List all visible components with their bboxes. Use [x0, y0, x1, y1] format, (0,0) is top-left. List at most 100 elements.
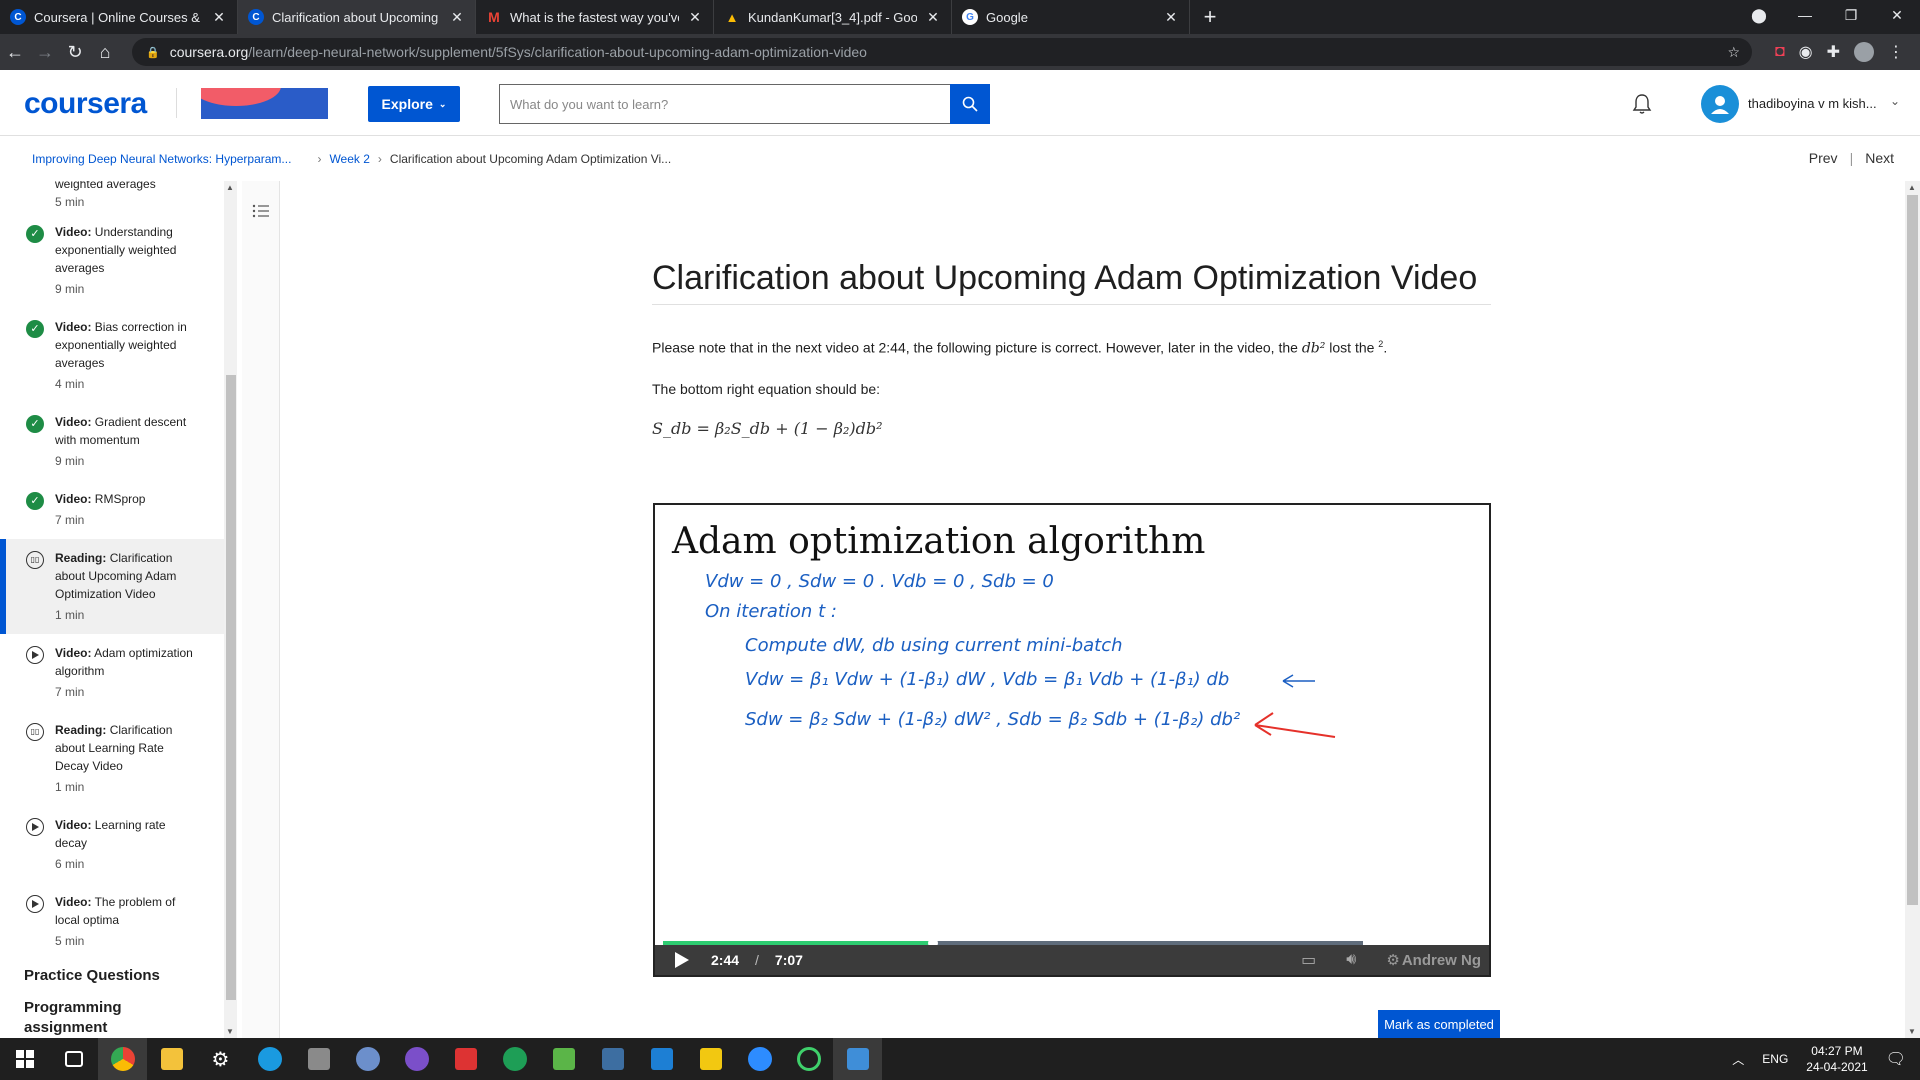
sidebar-item-kind: Video: — [55, 895, 92, 909]
tray-chevron-icon[interactable]: ︿ — [1732, 1051, 1744, 1068]
close-tab-icon[interactable]: ✕ — [449, 9, 465, 26]
zoom-icon[interactable] — [735, 1038, 784, 1080]
sidebar-item[interactable]: ✓ Video: Gradient descent with momentum 9 … — [0, 403, 224, 480]
sidebar-sections: Practice Questions Programming assignment… — [0, 960, 224, 1038]
refresh-app-icon[interactable] — [784, 1038, 833, 1080]
settings-gear-icon[interactable]: ⚙ — [196, 1038, 245, 1080]
pocket-extension-icon[interactable]: ◘ — [1775, 43, 1785, 61]
chrome-taskbar-icon[interactable] — [98, 1038, 147, 1080]
sidebar-item-title: Video: Adam optimization algorithm — [55, 644, 198, 680]
home-icon[interactable]: ⌂ — [90, 42, 120, 63]
tab-title: Clarification about Upcoming Ad — [272, 9, 441, 25]
browser-tab[interactable]: M What is the fastest way you've se ✕ — [476, 0, 714, 34]
system-tray: ︿ ENG 04:27 PM 24-04-2021 🗨︎ — [1732, 1043, 1920, 1075]
new-tab-button[interactable]: + — [1190, 0, 1230, 34]
clock[interactable]: 04:27 PM 24-04-2021 — [1806, 1043, 1867, 1075]
profile-menu-icon[interactable]: ⬤ — [1736, 0, 1782, 34]
close-tab-icon[interactable]: ✕ — [211, 9, 227, 26]
snipping-icon[interactable] — [588, 1038, 637, 1080]
sticky-icon[interactable] — [637, 1038, 686, 1080]
play-icon[interactable] — [675, 952, 689, 968]
browser-tab[interactable]: ▲ KundanKumar[3_4].pdf - Google ✕ — [714, 0, 952, 34]
edge-icon[interactable] — [245, 1038, 294, 1080]
veeam-icon[interactable] — [539, 1038, 588, 1080]
hangouts-icon[interactable] — [490, 1038, 539, 1080]
browser-tab[interactable]: C Coursera | Online Courses & Cre ✕ — [0, 0, 238, 34]
extension-icon[interactable]: ◉ — [1799, 42, 1813, 62]
hand-line-4: Vdw = β₁ Vdw + (1-β₁) dW , Vdb = β₁ Vdb … — [745, 669, 1229, 690]
sidebar-item-kind: Reading: — [55, 723, 107, 737]
app-icon[interactable] — [294, 1038, 343, 1080]
mark-as-completed-button[interactable]: Mark as completed — [1378, 1010, 1500, 1038]
sidebar-scrollbar-thumb[interactable] — [226, 375, 236, 1000]
notifications-icon[interactable]: 🗨︎ — [1886, 1049, 1906, 1069]
bookmark-star-icon[interactable]: ☆ — [1727, 44, 1740, 61]
user-menu-chevron-icon[interactable]: ⌄ — [1890, 94, 1900, 108]
sidebar-item[interactable]: ✓ Video: Bias correction in exponentially… — [0, 308, 224, 403]
sidebar-item[interactable]: ▯▯ Reading: Clarification about Learning … — [0, 711, 224, 806]
user-icon — [1711, 96, 1729, 114]
search-input[interactable] — [499, 84, 950, 124]
powerbi-icon[interactable] — [686, 1038, 735, 1080]
sidebar-item[interactable]: Video: The problem of local optima 5 min — [0, 883, 224, 960]
breadcrumb-week[interactable]: Week 2 — [329, 152, 369, 166]
browser-menu-icon[interactable]: ⋮ — [1888, 42, 1904, 62]
windows-start-icon[interactable] — [0, 1038, 49, 1080]
sidebar-item[interactable]: Video: Adam optimization algorithm 7 min — [0, 634, 224, 711]
user-avatar[interactable] — [1701, 85, 1739, 123]
sidebar-section-heading[interactable]: Practice Questions — [0, 960, 224, 992]
partner-logo[interactable] — [201, 88, 328, 119]
close-tab-icon[interactable]: ✕ — [925, 9, 941, 26]
profile-avatar-icon[interactable] — [1854, 42, 1874, 62]
captions-icon[interactable]: ▭ — [1301, 950, 1316, 970]
photos-icon[interactable] — [833, 1038, 882, 1080]
next-link[interactable]: Next — [1865, 150, 1894, 166]
explore-button[interactable]: Explore ⌄ — [368, 86, 460, 122]
breadcrumb-course[interactable]: Improving Deep Neural Networks: Hyperpar… — [32, 152, 291, 166]
back-icon[interactable]: ← — [0, 42, 30, 63]
minimize-button[interactable]: — — [1782, 0, 1828, 34]
puzzle-extensions-icon[interactable]: ✚ — [1827, 42, 1840, 62]
list-menu-icon[interactable] — [251, 201, 271, 221]
r-studio-icon[interactable] — [343, 1038, 392, 1080]
browser-tab[interactable]: G Google ✕ — [952, 0, 1190, 34]
sidebar-item-duration: 9 min — [55, 454, 85, 468]
search-button[interactable] — [950, 84, 990, 124]
language-indicator[interactable]: ENG — [1762, 1052, 1788, 1066]
time-separator: / — [755, 952, 759, 968]
close-tab-icon[interactable]: ✕ — [687, 9, 703, 26]
tab-title: KundanKumar[3_4].pdf - Google — [748, 9, 917, 25]
book-icon: ▯▯ — [26, 723, 44, 741]
app-purple-icon[interactable] — [392, 1038, 441, 1080]
page-scrollbar-thumb[interactable] — [1907, 195, 1918, 905]
sidebar-item[interactable]: ✓ Video: RMSprop 7 min — [0, 480, 224, 539]
task-view-icon[interactable] — [49, 1038, 98, 1080]
check-circle-icon: ✓ — [26, 415, 44, 433]
file-explorer-icon[interactable] — [147, 1038, 196, 1080]
notification-bell-icon[interactable] — [1630, 92, 1654, 116]
play-circle-icon — [26, 646, 44, 664]
sidebar-item-partial[interactable]: weighted averages 5 min — [0, 181, 224, 213]
prev-link[interactable]: Prev — [1809, 150, 1838, 166]
sidebar-section-heading[interactable]: Programming assignment — [0, 992, 224, 1038]
restore-button[interactable]: ❐ — [1828, 0, 1874, 34]
reload-icon[interactable]: ↻ — [60, 42, 90, 63]
url-field[interactable]: 🔒 coursera.org/learn/deep-neural-network… — [132, 38, 1752, 66]
breadcrumb-separator-icon: › — [377, 152, 382, 166]
close-window-button[interactable]: ✕ — [1874, 0, 1920, 34]
app-red-icon[interactable] — [441, 1038, 490, 1080]
username[interactable]: thadiboyina v m kish... — [1748, 96, 1877, 111]
sidebar-item[interactable]: ✓ Video: Understanding exponentially weig… — [0, 213, 224, 308]
volume-icon[interactable]: 🔊︎ — [1346, 951, 1356, 969]
close-tab-icon[interactable]: ✕ — [1163, 9, 1179, 26]
video-player[interactable]: Adam optimization algorithm Vdw = 0 , Sd… — [653, 503, 1491, 977]
coursera-logo[interactable]: coursera — [24, 87, 147, 121]
play-circle-icon — [26, 818, 44, 836]
sidebar-toggle-rail — [242, 181, 280, 1038]
settings-icon[interactable]: ⚙ — [1386, 952, 1399, 969]
sidebar-item[interactable]: Video: Learning rate decay 6 min — [0, 806, 224, 883]
sidebar-item[interactable]: ▯▯ Reading: Clarification about Upcoming … — [0, 539, 224, 634]
sidebar-item-duration: 7 min — [55, 685, 85, 699]
forward-icon[interactable]: → — [30, 42, 60, 63]
browser-tab[interactable]: C Clarification about Upcoming Ad ✕ — [238, 0, 476, 34]
